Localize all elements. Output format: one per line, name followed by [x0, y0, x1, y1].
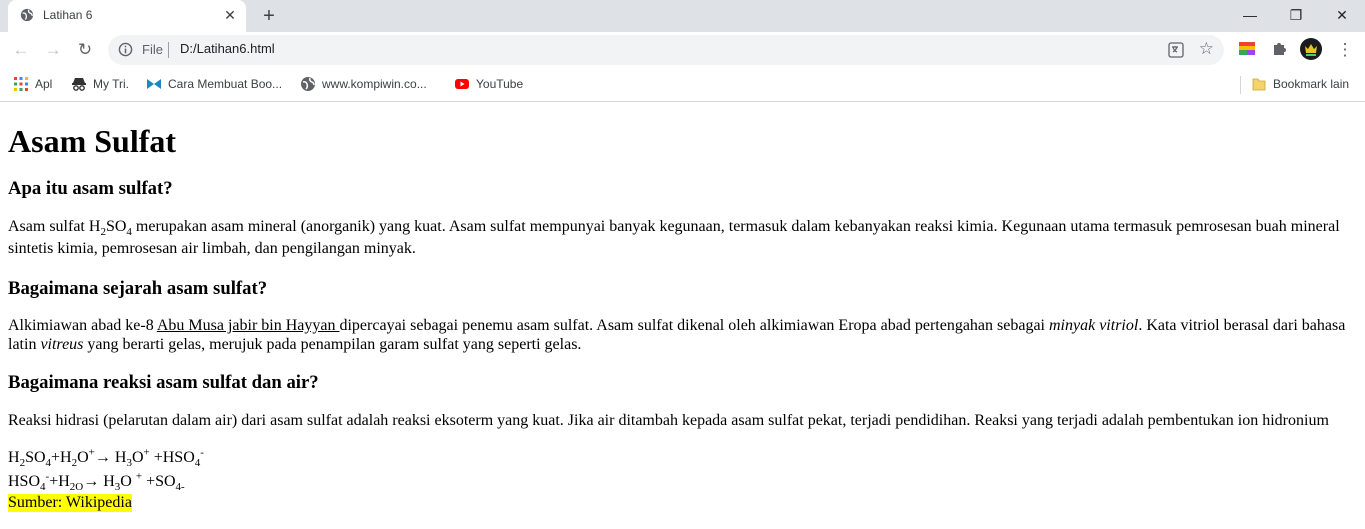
new-tab-button[interactable]: +	[258, 5, 280, 27]
address-bar[interactable]: File ☆	[108, 35, 1224, 65]
globe-icon	[301, 77, 315, 91]
close-window-button[interactable]: ✕	[1319, 0, 1365, 32]
tab-close-icon[interactable]: ✕	[222, 7, 238, 23]
bookmark-kompiwin[interactable]: www.kompiwin.co...	[300, 76, 427, 94]
spy-icon	[72, 78, 86, 91]
section-paragraph-reaction: Reaksi hidrasi (pelarutan dalam air) dar…	[8, 412, 1329, 429]
tab-title: Latihan 6	[43, 8, 93, 22]
bookmark-label: www.kompiwin.co...	[322, 77, 427, 91]
abu-musa-link[interactable]: Abu Musa jabir bin Hayyan	[157, 317, 340, 334]
url-scheme-label: File	[142, 42, 163, 57]
equation-2: HSO4-+H2O→ H3O + +SO4-	[8, 470, 185, 494]
profile-avatar[interactable]	[1299, 37, 1323, 61]
reload-button[interactable]: ↻	[73, 38, 97, 62]
tab-strip: Latihan 6 ✕ + — ❐ ✕	[0, 0, 1365, 32]
folder-icon	[1252, 78, 1266, 91]
minimize-button[interactable]: —	[1227, 0, 1273, 32]
section-heading-reaction: Bagaimana reaksi asam sulfat dan air?	[8, 372, 319, 393]
bookmark-label: YouTube	[476, 77, 524, 91]
apps-grid-icon	[14, 77, 28, 91]
bookmark-star-icon[interactable]: ☆	[1199, 39, 1214, 59]
section-heading-what: Apa itu asam sulfat?	[8, 178, 173, 199]
bookmarks-bar: Apl My Tri. Cara Membuat Boo... www.komp…	[0, 68, 1365, 101]
bookmark-label: Cara Membuat Boo...	[168, 77, 283, 91]
equation-1: H2SO4+H2O+→ H3O+ +HSO4-	[8, 446, 204, 470]
forward-button[interactable]: →	[41, 38, 65, 62]
color-extension-icon[interactable]	[1237, 39, 1257, 59]
extensions-puzzle-icon[interactable]	[1269, 39, 1289, 59]
url-input[interactable]	[180, 41, 880, 56]
youtube-icon	[455, 79, 469, 89]
tab-latihan6[interactable]: Latihan 6 ✕	[8, 0, 246, 32]
info-icon[interactable]	[118, 42, 133, 57]
bookmark-cara-membuat[interactable]: Cara Membuat Boo...	[146, 76, 282, 94]
source-credit: Sumber: Wikipedia	[8, 494, 132, 512]
browser-chrome: Latihan 6 ✕ + — ❐ ✕ ← → ↻ File ☆ ⋮	[0, 0, 1365, 102]
globe-icon	[20, 8, 34, 22]
browser-menu-icon[interactable]: ⋮	[1333, 38, 1357, 62]
page-title: Asam Sulfat	[8, 123, 177, 159]
page-content: Asam Sulfat Apa itu asam sulfat? Asam su…	[0, 102, 1365, 512]
section-paragraph-what: Asam sulfat H2SO4 merupakan asam mineral…	[8, 218, 1340, 257]
bookmark-label: Apl	[35, 77, 53, 91]
back-button[interactable]: ←	[9, 38, 33, 62]
section-paragraph-history: Alkimiawan abad ke-8 Abu Musa jabir bin …	[8, 317, 1346, 353]
bookmark-youtube[interactable]: YouTube	[454, 76, 523, 94]
toolbar: ← → ↻ File ☆ ⋮	[0, 32, 1365, 68]
bookmark-apl[interactable]: Apl	[13, 76, 52, 94]
omnibox-separator	[168, 42, 169, 58]
section-heading-history: Bagaimana sejarah asam sulfat?	[8, 278, 268, 299]
restore-button[interactable]: ❐	[1273, 0, 1319, 32]
other-bookmarks[interactable]: Bookmark lain	[1251, 76, 1349, 94]
bookmark-label: My Tri.	[93, 77, 129, 91]
other-bookmarks-label: Bookmark lain	[1273, 77, 1350, 91]
blue-logo-icon	[147, 79, 161, 89]
translate-icon[interactable]	[1168, 42, 1184, 58]
bookmark-my-tri[interactable]: My Tri.	[71, 76, 129, 94]
bookmarks-separator	[1240, 76, 1241, 94]
